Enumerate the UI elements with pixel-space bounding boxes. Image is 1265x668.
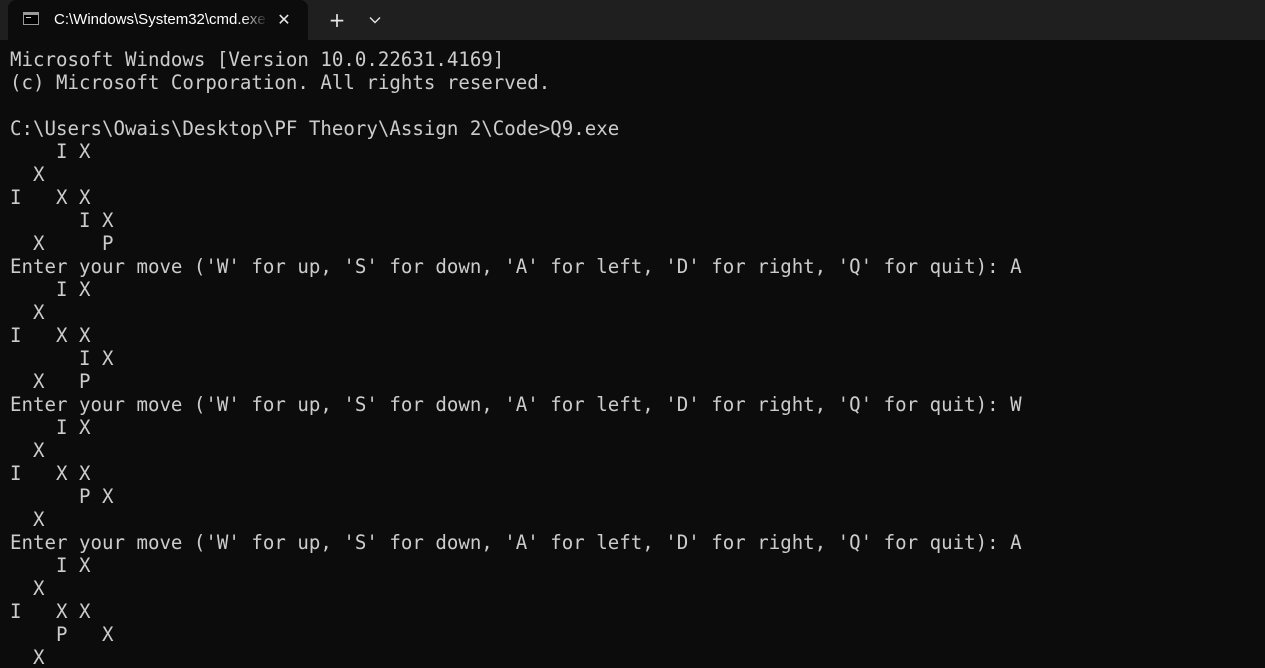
console-line: Microsoft Windows [Version 10.0.22631.41… [10,48,505,71]
console-line: Enter your move ('W' for up, 'S' for dow… [10,393,1022,416]
console-line: I X [10,140,91,163]
console-line: I X [10,278,91,301]
console-line: P X [10,623,114,646]
tab-dropdown-button[interactable] [360,5,390,35]
console-line: P X [10,485,114,508]
tab-bar: C:\Windows\System32\cmd.exe ✕ + [0,0,1265,40]
console-line: X [10,577,45,600]
console-line: I X X [10,324,91,347]
console-line: I X [10,416,91,439]
console-line: X P [10,232,114,255]
console-line: I X [10,347,114,370]
console-line: I X [10,554,91,577]
console-line: X [10,163,45,186]
console-line: I X X [10,600,91,623]
console-line: X [10,301,45,324]
close-tab-button[interactable]: ✕ [270,6,298,34]
console-line: Enter your move ('W' for up, 'S' for dow… [10,531,1022,554]
plus-icon: + [328,8,346,32]
new-tab-button[interactable]: + [322,5,352,35]
console-line: X P [10,370,91,393]
console-line: I X X [10,462,91,485]
console-icon [23,12,39,25]
console-line: C:\Users\Owais\Desktop\PF Theory\Assign … [10,117,620,140]
console-line: I X X [10,186,91,209]
console-line: X [10,646,45,668]
tab-title: C:\Windows\System32\cmd.exe [54,11,266,28]
console-line: Enter your move ('W' for up, 'S' for dow… [10,255,1022,278]
chevron-down-icon [369,17,381,24]
console-output[interactable]: Microsoft Windows [Version 10.0.22631.41… [10,48,1255,668]
console-line: (c) Microsoft Corporation. All rights re… [10,71,551,94]
console-line: X [10,508,45,531]
close-icon: ✕ [277,10,291,29]
tab-cmd[interactable]: C:\Windows\System32\cmd.exe ✕ [8,0,308,40]
terminal-window: C:\Windows\System32\cmd.exe ✕ + Microsof… [0,0,1265,668]
console-line: X [10,439,45,462]
console-line: I X [10,209,114,232]
